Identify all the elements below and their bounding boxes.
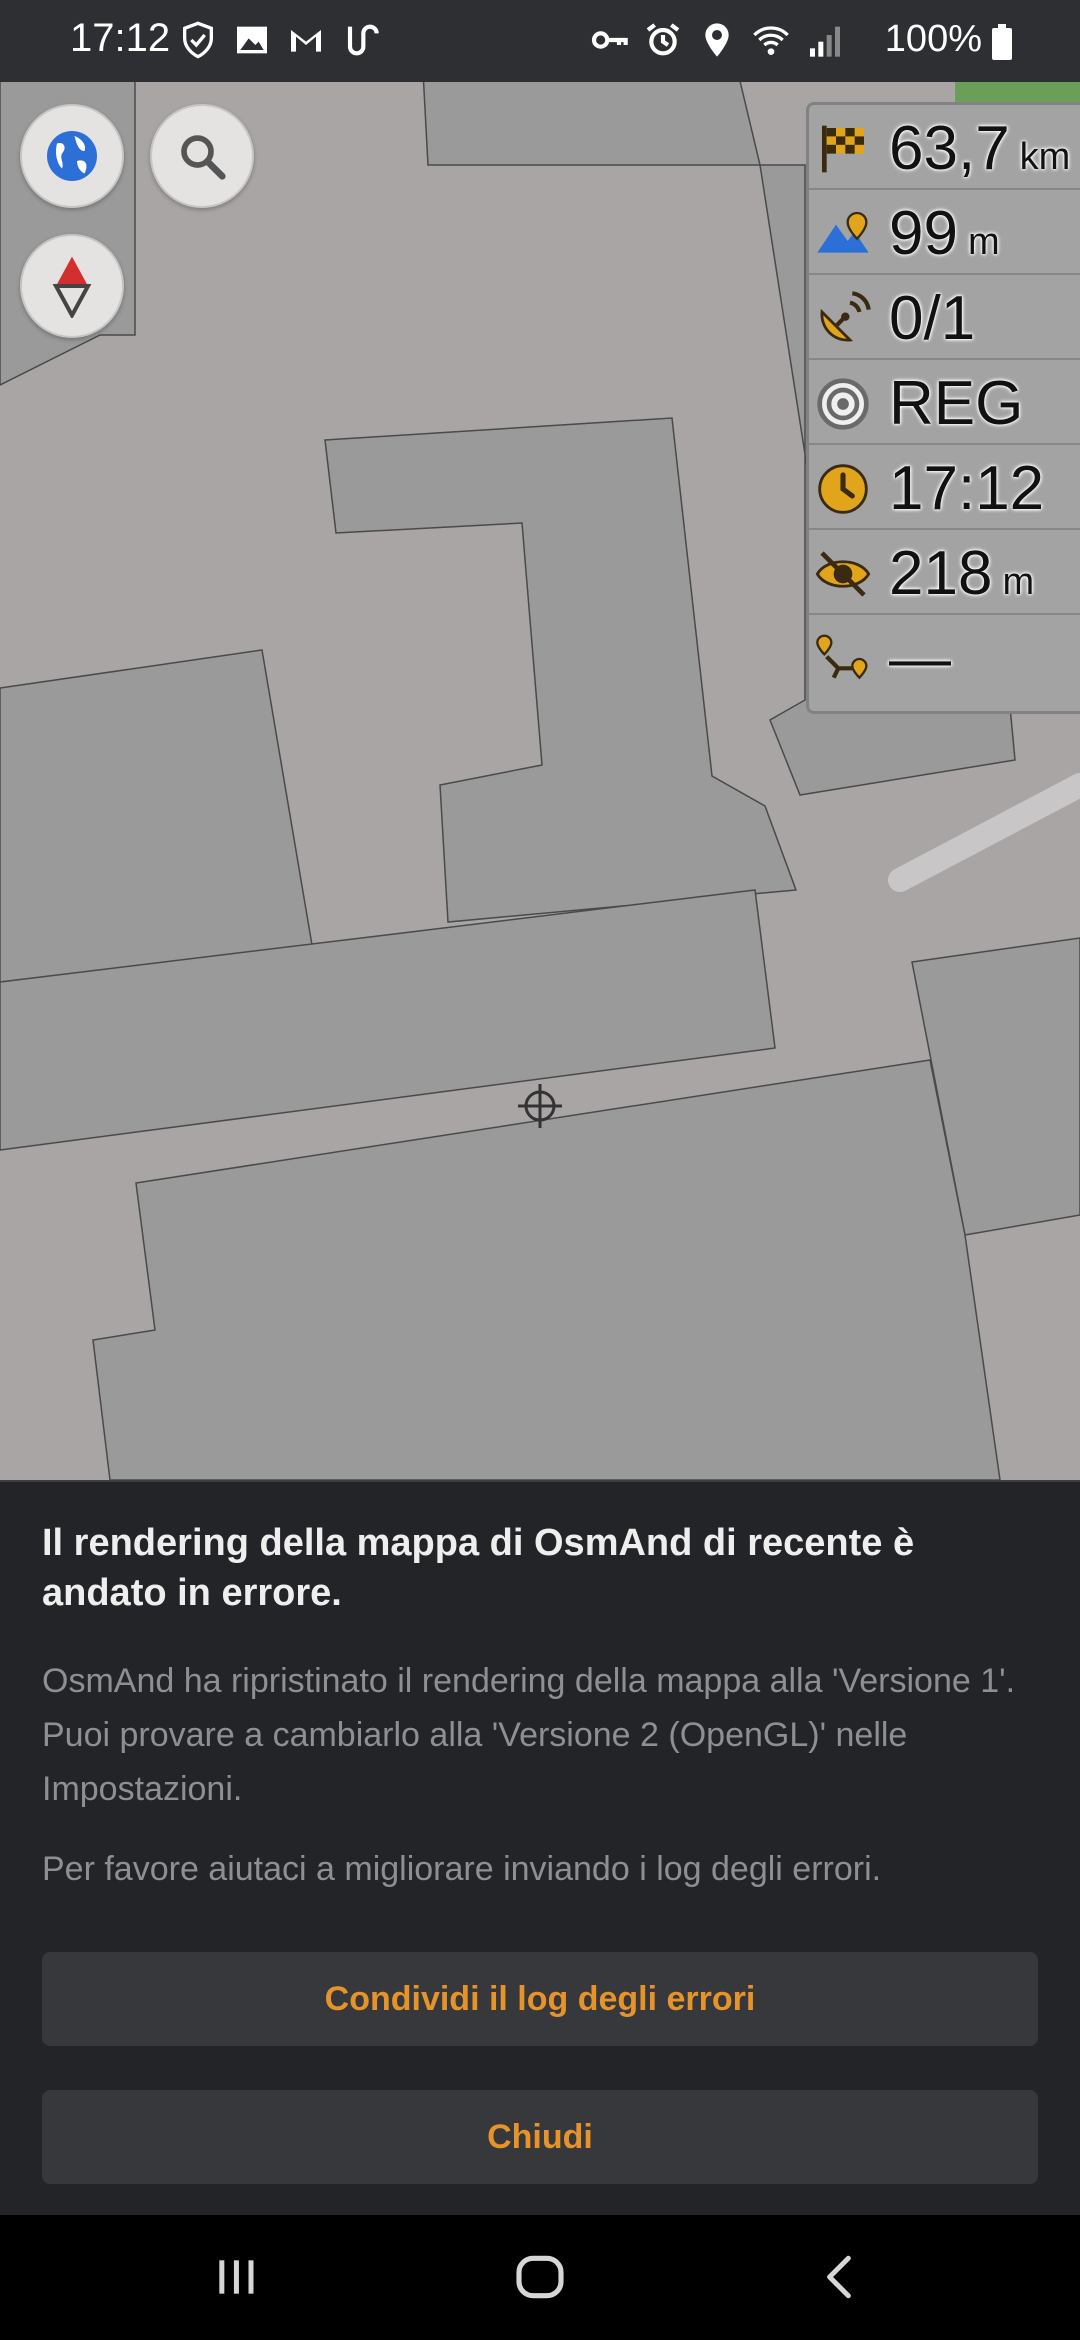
close-button[interactable]: Chiudi (42, 2090, 1038, 2184)
status-time: 17:12 (70, 16, 171, 60)
back-icon (827, 2255, 851, 2299)
widget-value: 17:12 (889, 454, 1045, 523)
image-icon (237, 26, 267, 54)
signal-icon (810, 26, 840, 57)
key-icon (591, 31, 628, 49)
home-icon (516, 2255, 564, 2299)
gmail-icon (291, 30, 321, 52)
widget-value: 63,7 km (889, 114, 1071, 183)
widget-altitude[interactable]: 99 m (809, 190, 1080, 275)
finish-flag-icon (822, 125, 864, 173)
building (92, 1059, 1001, 1480)
info-widgets-panel: 63,7 km 99 m 0/1 REG 17:12 218 m — (806, 102, 1080, 714)
app-screen: 17:12 100% 63,7 km 99 m 0/1 REG 17:12 21… (0, 0, 1080, 2340)
widget-hidden-distance[interactable]: 218 m (809, 530, 1080, 615)
widget-value: 99 m (889, 199, 1000, 268)
map-layers-button[interactable] (20, 104, 124, 208)
battery-icon (992, 24, 1012, 60)
recents-button[interactable] (196, 2245, 276, 2309)
eye-hidden-icon (815, 551, 871, 597)
widget-gps-info[interactable]: REG (809, 360, 1080, 445)
widget-value: — (889, 624, 951, 693)
gps-target-icon (817, 378, 869, 430)
route-icon (347, 24, 379, 56)
accuracy-icon (816, 634, 868, 680)
location-icon (705, 23, 729, 57)
satellite-icon (820, 291, 871, 342)
map-search-button[interactable] (150, 104, 254, 208)
back-button[interactable] (800, 2245, 880, 2309)
battery-percentage: 100% (884, 18, 982, 60)
sheet-description: OsmAnd ha ripristinato il rendering dell… (42, 1662, 1016, 1808)
alarm-icon (646, 23, 680, 56)
building (324, 417, 798, 923)
sheet-help-text: Per favore aiutaci a migliorare inviando… (42, 1850, 882, 1888)
widget-gps-satellites[interactable]: 0/1 (809, 275, 1080, 360)
home-button[interactable] (500, 2245, 580, 2309)
compass-icon (52, 256, 92, 318)
recents-icon (219, 2260, 254, 2294)
share-error-log-button[interactable]: Condividi il log degli errori (42, 1952, 1038, 2046)
status-bar: 17:12 100% (0, 0, 1080, 82)
widget-distance-to-destination[interactable]: 63,7 km (809, 105, 1080, 190)
clock-icon (818, 464, 868, 514)
widget-current-time[interactable]: 17:12 (809, 445, 1080, 530)
widget-accuracy[interactable]: — (809, 615, 1080, 700)
widget-value: REG (889, 369, 1024, 438)
altitude-icon (817, 211, 869, 253)
sheet-title: Il rendering della mappa di OsmAnd di re… (42, 1522, 915, 1614)
building (0, 649, 313, 983)
widget-value: 0/1 (889, 284, 976, 353)
shield-icon (183, 21, 213, 59)
compass-button[interactable] (20, 234, 124, 338)
search-icon (181, 135, 226, 180)
widget-value: 218 m (889, 539, 1035, 608)
wifi-icon (753, 26, 789, 55)
system-nav-bar (0, 2215, 1080, 2340)
render-error-sheet: Il rendering della mappa di OsmAnd di re… (0, 1480, 1080, 2217)
globe-icon (47, 131, 97, 181)
footpath (888, 773, 1080, 892)
